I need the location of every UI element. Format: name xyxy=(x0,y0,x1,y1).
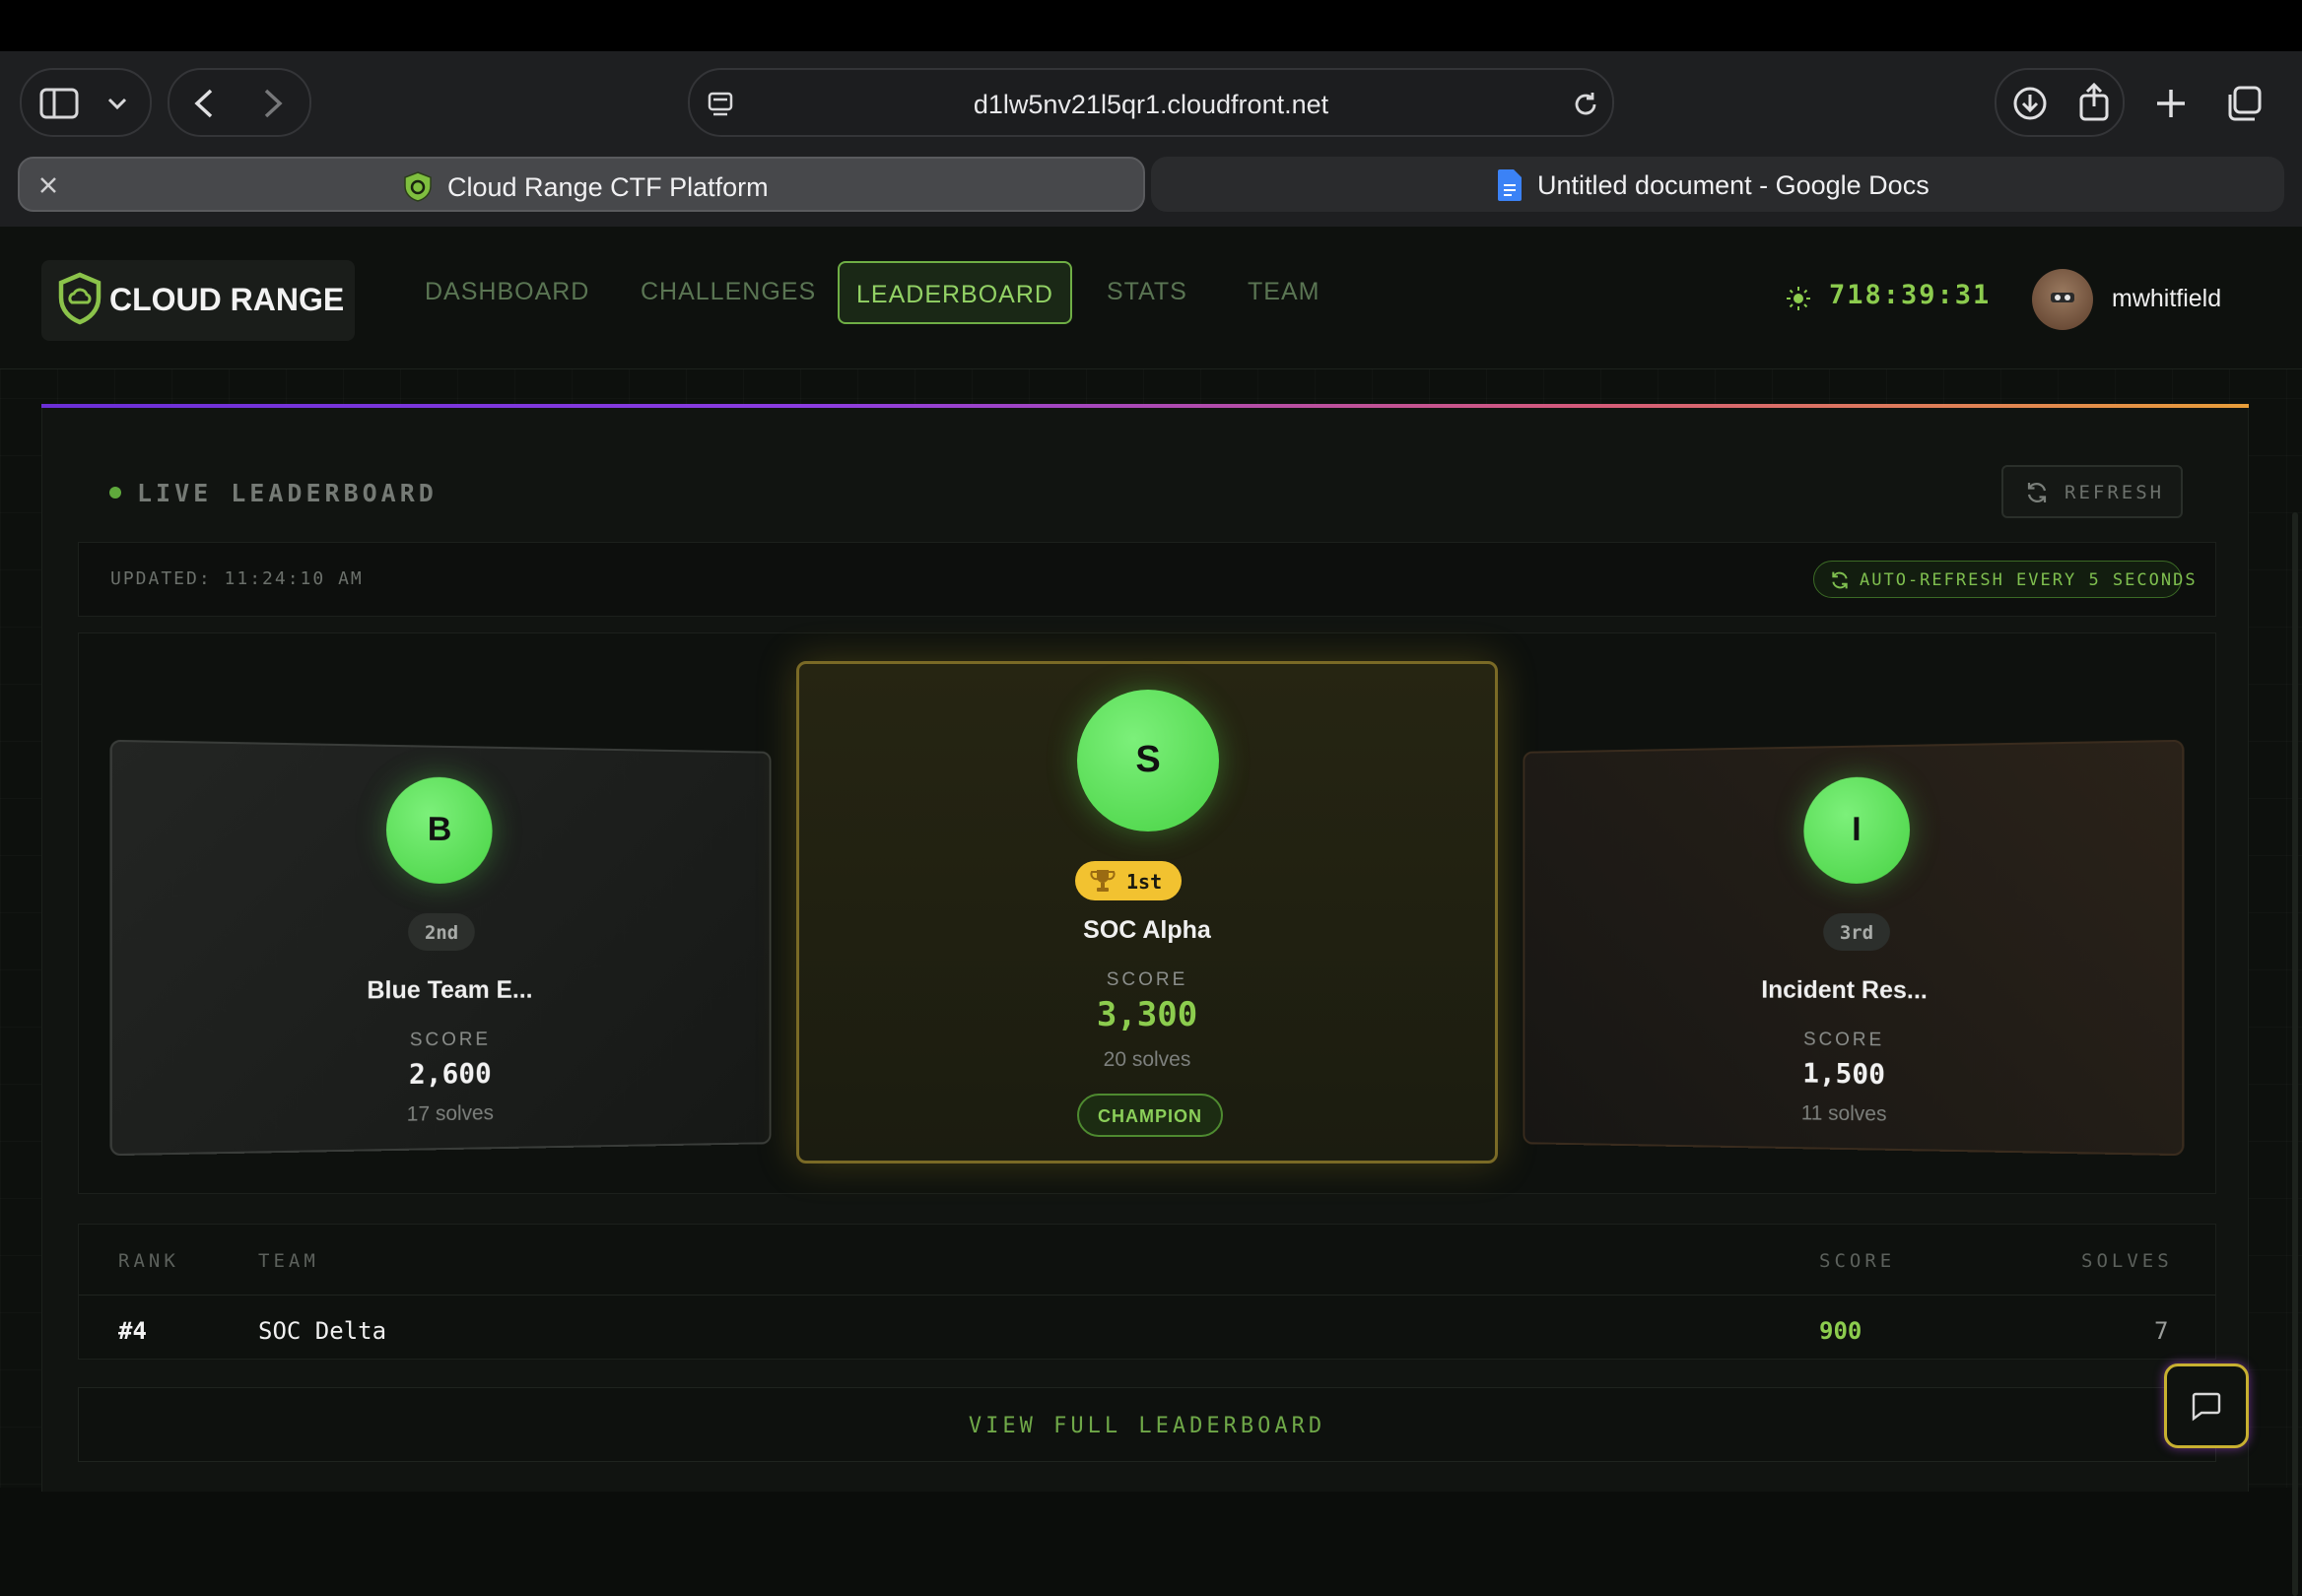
reload-icon[interactable] xyxy=(1571,90,1600,119)
trophy-icon xyxy=(1089,868,1117,894)
logo[interactable]: CLOUD RANGE xyxy=(41,260,355,341)
team-initial: I xyxy=(1803,810,1910,849)
new-tab-icon[interactable] xyxy=(2154,87,2188,120)
podium-card-second[interactable]: B 2nd Blue Team E... SCORE 2,600 17 solv… xyxy=(110,740,772,1156)
tab-google-docs[interactable]: Untitled document - Google Docs xyxy=(1151,157,2284,212)
row-score: 900 xyxy=(1819,1317,1862,1345)
updated-timestamp: UPDATED: 11:24:10 AM xyxy=(110,568,364,589)
google-docs-icon xyxy=(1496,168,1523,202)
team-avatar: S xyxy=(1077,690,1219,831)
table-header: RANK TEAM SCORE SOLVES xyxy=(79,1225,2215,1296)
nav-team[interactable]: TEAM xyxy=(1248,278,1320,306)
team-initial: B xyxy=(386,810,493,849)
system-top-bar xyxy=(0,0,2302,51)
view-full-label: VIEW FULL LEADERBOARD xyxy=(79,1414,2215,1438)
rank-label: 1st xyxy=(1126,870,1162,894)
column-header-score: SCORE xyxy=(1819,1250,1895,1272)
tab-cloud-range[interactable]: Cloud Range CTF Platform xyxy=(18,157,1145,212)
sidebar-toggle-group[interactable] xyxy=(20,68,152,137)
team-solves: 20 solves xyxy=(799,1048,1495,1072)
row-team: SOC Delta xyxy=(258,1317,386,1345)
podium-card-first[interactable]: S 1st SOC Alpha SCORE 3,300 20 solves CH… xyxy=(796,661,1498,1164)
close-icon[interactable] xyxy=(37,174,59,196)
team-name: Incident Res... xyxy=(1524,975,2182,1007)
share-icon[interactable] xyxy=(2077,82,2111,121)
browser-toolbar: d1lw5nv21l5qr1.cloudfront.net Cloud Rang… xyxy=(0,51,2302,227)
champion-label: CHAMPION xyxy=(1079,1106,1221,1127)
rank-badge: 3rd xyxy=(1823,913,1890,951)
nav-dashboard[interactable]: DASHBOARD xyxy=(425,278,589,306)
address-bar[interactable]: d1lw5nv21l5qr1.cloudfront.net xyxy=(688,68,1614,137)
chevron-down-icon[interactable] xyxy=(106,94,128,113)
download-icon[interactable] xyxy=(2012,86,2048,121)
shield-logo-icon xyxy=(57,272,102,325)
leaderboard-panel: LIVE LEADERBOARD REFRESH UPDATED: 11:24:… xyxy=(41,408,2249,1492)
team-name: Blue Team E... xyxy=(112,975,770,1007)
url-text: d1lw5nv21l5qr1.cloudfront.net xyxy=(690,90,1612,120)
row-solves: 7 xyxy=(2154,1317,2168,1345)
team-score: 3,300 xyxy=(799,995,1495,1034)
tab-overview-icon[interactable] xyxy=(2225,85,2263,122)
score-label: SCORE xyxy=(1524,1028,2182,1055)
column-header-team: TEAM xyxy=(258,1250,319,1272)
sidebar-icon[interactable] xyxy=(39,88,79,119)
back-arrow-icon[interactable] xyxy=(191,88,217,119)
team-initial: S xyxy=(1077,739,1219,781)
leaderboard-title: LIVE LEADERBOARD xyxy=(137,479,438,507)
team-avatar: I xyxy=(1803,776,1910,884)
live-indicator-dot xyxy=(109,487,121,499)
refresh-icon xyxy=(1830,570,1850,590)
refresh-icon xyxy=(2025,481,2049,504)
cloud-range-favicon-icon xyxy=(402,170,434,202)
leaderboard-table: RANK TEAM SCORE SOLVES #4 SOC Delta 900 … xyxy=(78,1224,2216,1360)
sun-icon xyxy=(1786,286,1811,311)
top-navigation: CLOUD RANGE DASHBOARD CHALLENGES LEADERB… xyxy=(0,227,2302,369)
chat-icon xyxy=(2191,1392,2222,1422)
history-nav-group xyxy=(168,68,311,137)
logo-text: CLOUD RANGE xyxy=(109,282,344,318)
username[interactable]: mwhitfield xyxy=(2112,285,2221,313)
tab-label: Cloud Range CTF Platform xyxy=(447,172,769,203)
rank-badge: 2nd xyxy=(408,913,475,951)
first-place-badge: 1st xyxy=(1075,861,1182,900)
auto-refresh-text: AUTO-REFRESH EVERY 5 SECONDS xyxy=(1860,570,2198,590)
podium-card-third[interactable]: I 3rd Incident Res... SCORE 1,500 11 sol… xyxy=(1523,740,2184,1156)
row-rank: #4 xyxy=(118,1317,147,1345)
team-name: SOC Alpha xyxy=(799,916,1495,945)
team-solves: 17 solves xyxy=(112,1098,770,1132)
nav-leaderboard-label: LEADERBOARD xyxy=(840,281,1070,309)
refresh-label: REFRESH xyxy=(2065,482,2164,503)
team-avatar: B xyxy=(386,776,493,884)
rank-label: 3rd xyxy=(1823,922,1890,944)
team-score: 1,500 xyxy=(1524,1054,2182,1094)
team-score: 2,600 xyxy=(112,1054,770,1094)
nav-stats[interactable]: STATS xyxy=(1107,278,1187,306)
tab-label: Untitled document - Google Docs xyxy=(1537,170,1930,201)
forward-arrow-icon[interactable] xyxy=(260,88,286,119)
update-status-bar: UPDATED: 11:24:10 AM AUTO-REFRESH EVERY … xyxy=(78,542,2216,617)
chat-button[interactable] xyxy=(2164,1363,2249,1448)
nav-challenges[interactable]: CHALLENGES xyxy=(641,278,816,306)
rank-label: 2nd xyxy=(408,922,475,944)
countdown-timer: 718:39:31 xyxy=(1829,280,1991,310)
download-share-group xyxy=(1995,68,2125,137)
column-header-rank: RANK xyxy=(118,1250,179,1272)
champion-badge: CHAMPION xyxy=(1077,1094,1223,1137)
nav-leaderboard[interactable]: LEADERBOARD xyxy=(838,261,1072,324)
score-label: SCORE xyxy=(112,1028,770,1055)
app-root: CLOUD RANGE DASHBOARD CHALLENGES LEADERB… xyxy=(0,227,2302,1488)
scrollbar[interactable] xyxy=(2292,512,2298,1596)
avatar[interactable] xyxy=(2032,269,2093,330)
team-solves: 11 solves xyxy=(1524,1098,2182,1132)
view-full-leaderboard-button[interactable]: VIEW FULL LEADERBOARD xyxy=(78,1387,2216,1462)
auto-refresh-badge: AUTO-REFRESH EVERY 5 SECONDS xyxy=(1813,561,2182,598)
refresh-button[interactable]: REFRESH xyxy=(2001,465,2183,518)
score-label: SCORE xyxy=(799,969,1495,991)
column-header-solves: SOLVES xyxy=(2081,1250,2173,1272)
podium: B 2nd Blue Team E... SCORE 2,600 17 solv… xyxy=(78,632,2216,1194)
